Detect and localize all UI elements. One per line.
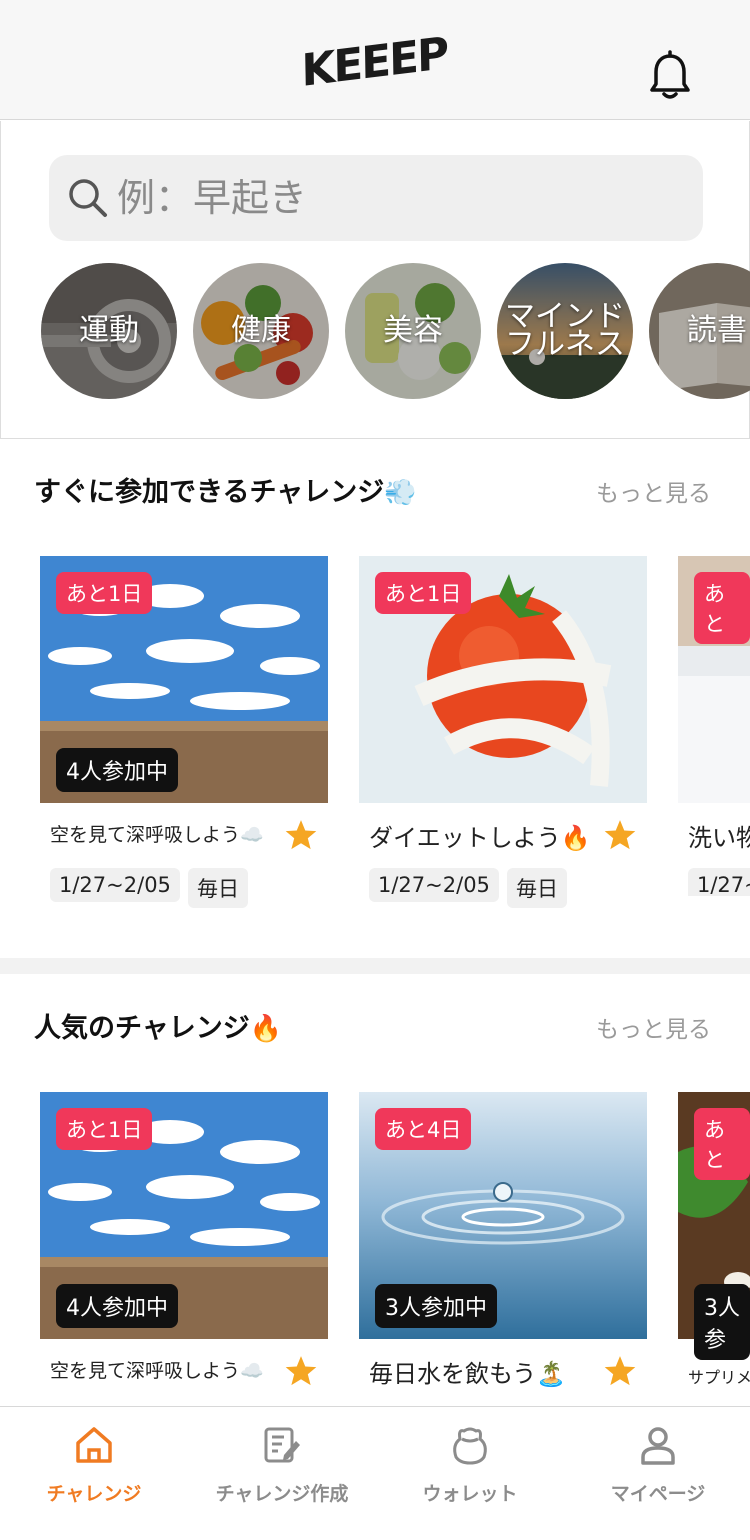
category-list: 運動 健康 美容 マインドフルネス 読書 [41,263,750,403]
fire-emoji: 🔥 [560,824,591,852]
frequency-tag: 毎日 [507,868,567,908]
frequency-tag: 毎日 [188,868,248,908]
challenge-name: 空を見て深呼吸しよう☁️ [50,824,264,846]
star-icon[interactable] [603,1354,637,1388]
days-left-badge: あと4日 [375,1108,472,1150]
category-health[interactable]: 健康 [193,263,329,399]
nav-challenge[interactable]: チャレンジ [0,1407,188,1540]
home-icon [76,1427,112,1463]
search-box[interactable] [49,155,703,241]
challenge-name: 毎日水を飲もう🏝️ [369,1360,567,1388]
nav-mypage[interactable]: マイページ [564,1407,750,1540]
nav-wallet[interactable]: ウォレット [376,1407,564,1540]
participants-badge: 3人参 [694,1284,750,1360]
nav-label: チャレンジ [46,1483,142,1505]
bottom-nav: チャレンジ チャレンジ作成 ウォレット マイページ [0,1406,750,1540]
participants-badge: 3人参加中 [375,1284,497,1328]
challenge-name: 空を見て深呼吸しよう☁️ [50,1360,264,1382]
challenge-card[interactable]: あと4日 3人参加中 毎日水を飲もう🏝️ [359,1092,647,1406]
category-mindfulness[interactable]: マインドフルネス [497,263,633,399]
fire-emoji: 🔥 [249,1014,283,1044]
category-label: 読書 [687,313,747,348]
app-logo: KEEEP [301,27,448,97]
dash-emoji: 💨 [384,478,417,508]
days-left-badge: あと1日 [56,572,153,614]
category-exercise[interactable]: 運動 [41,263,177,399]
section-title-popular: 人気のチャレンジ🔥 [34,1013,283,1044]
category-label: 美容 [383,313,443,348]
period-tag: 1/27~ [688,868,750,896]
category-label: マインドフルネス [505,299,625,362]
category-label: 運動 [79,313,139,348]
challenge-name: ダイエットしよう🔥 [369,824,591,852]
section-title-available: すぐに参加できるチャレンジ💨 [34,477,417,508]
user-icon [641,1427,675,1465]
app-header: KEEEP [0,0,750,120]
challenge-card[interactable]: あと1日 4人参加中 空を見て深呼吸しよう☁️ 1/27~2/05 毎日 [40,556,328,908]
star-icon[interactable] [284,1354,318,1388]
days-left-badge: あと [694,572,750,644]
search-input[interactable] [117,171,677,225]
challenge-card[interactable]: あと 3人参 サプリメ [678,1092,750,1406]
category-beauty[interactable]: 美容 [345,263,481,399]
wallet-pouch-icon [453,1427,487,1465]
search-panel: 運動 健康 美容 [0,121,750,439]
star-icon[interactable] [603,818,637,852]
period-tag: 1/27~2/05 [369,868,499,902]
participants-badge: 4人参加中 [56,1284,178,1328]
days-left-badge: あと [694,1108,750,1180]
period-tag: 1/27~2/05 [50,868,180,902]
bell-icon[interactable] [648,50,692,102]
days-left-badge: あと1日 [56,1108,153,1150]
cloud-emoji: ☁️ [240,1360,264,1382]
section-divider [0,958,750,974]
category-label: 健康 [231,313,291,348]
star-icon[interactable] [284,818,318,852]
category-reading[interactable]: 読書 [649,263,750,399]
challenge-card[interactable]: あと1日 ダイエットしよう🔥 1/27~2/05 毎日 [359,556,647,908]
challenge-name: サプリメ [688,1368,750,1387]
days-left-badge: あと1日 [375,572,472,614]
island-emoji: 🏝️ [536,1360,567,1388]
nav-label: チャレンジ作成 [215,1483,349,1505]
nav-label: マイページ [610,1483,706,1505]
nav-label: ウォレット [422,1483,518,1505]
cloud-emoji: ☁️ [240,824,264,846]
challenge-card[interactable]: あと 洗い物 1/27~ [678,556,750,896]
edit-note-icon [264,1427,300,1463]
search-icon [69,179,107,217]
participants-badge: 4人参加中 [56,748,178,792]
challenge-card[interactable]: あと1日 4人参加中 空を見て深呼吸しよう☁️ [40,1092,328,1406]
nav-create-challenge[interactable]: チャレンジ作成 [188,1407,376,1540]
more-link-popular[interactable]: もっと見る [596,1010,711,1044]
challenge-name: 洗い物 [688,824,750,852]
more-link-available[interactable]: もっと見る [596,474,711,508]
